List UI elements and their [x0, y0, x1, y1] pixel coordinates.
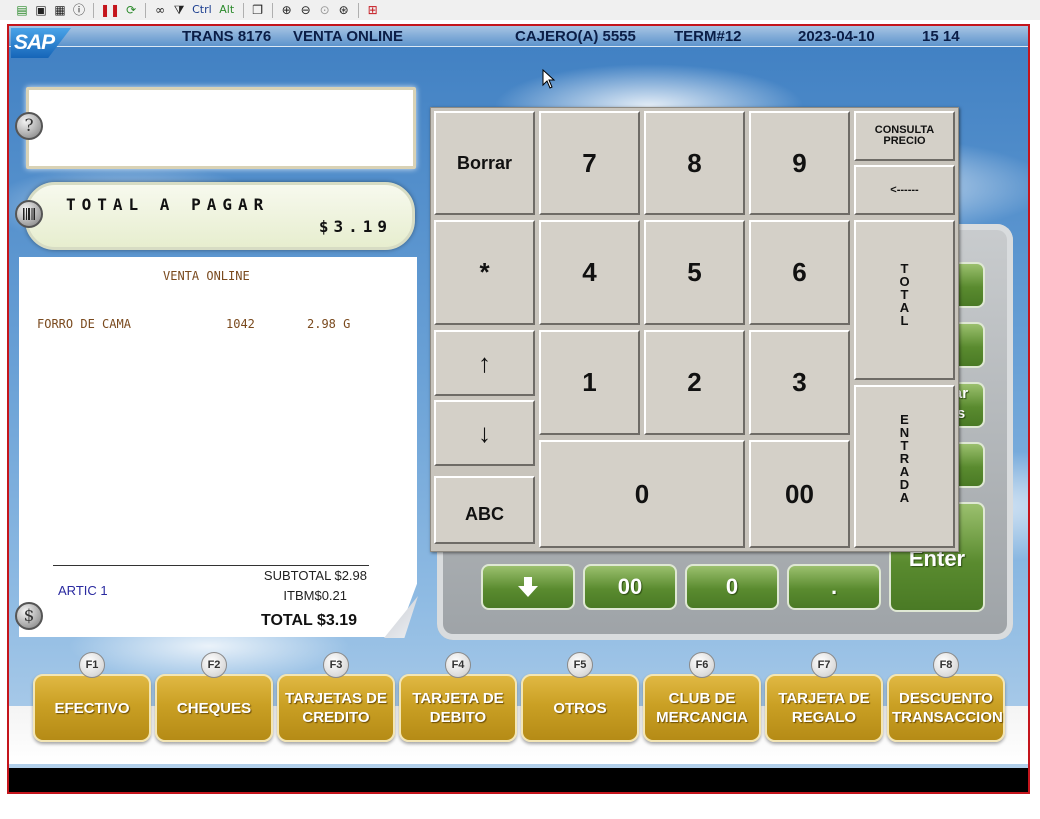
receipt-header: VENTA ONLINE [163, 269, 250, 283]
binoculars-icon[interactable]: ∞ [152, 2, 168, 18]
key-9[interactable]: 9 [749, 111, 850, 215]
mouse-cursor-icon [542, 69, 556, 89]
cashier-id: CAJERO(A) 5555 [515, 28, 636, 45]
cheques-button[interactable]: CHEQUES [155, 674, 273, 742]
key-5[interactable]: 5 [644, 220, 745, 325]
pause-icon[interactable]: ❚❚ [100, 2, 120, 18]
toolbar-divider [93, 2, 94, 18]
function-key-badge: F6 [689, 652, 715, 678]
abc-button[interactable]: ABC [434, 476, 535, 544]
key-6[interactable]: 6 [749, 220, 850, 325]
consulta-precio-button[interactable]: CONSULTA PRECIO [854, 111, 955, 161]
function-key-label: TARJETA DE DEBITO [412, 690, 504, 726]
article-count: ARTIC 1 [58, 583, 108, 598]
toolbar-divider [145, 2, 147, 18]
help-icon[interactable]: ? [15, 112, 43, 140]
function-key-label: CHEQUES [176, 699, 252, 717]
key-2[interactable]: 2 [644, 330, 745, 435]
efectivo-button[interactable]: EFECTIVO [33, 674, 151, 742]
copy-icon[interactable]: ❐ [250, 2, 266, 18]
dot-key-background[interactable]: . [787, 564, 881, 610]
dollar-icon[interactable]: $ [15, 602, 43, 630]
descuento-transaccion-button[interactable]: DESCUENTO TRANSACCION [887, 674, 1005, 742]
entrada-button[interactable]: E N T R A D A [854, 385, 955, 548]
function-key-label: EFECTIVO [54, 699, 130, 717]
total-label: TOTAL A PAGAR [66, 195, 270, 214]
function-key-label: OTROS [553, 699, 607, 717]
function-key-badge: F7 [811, 652, 837, 678]
receipt-total: TOTAL $3.19 [260, 612, 357, 629]
toolbar-divider [357, 2, 359, 18]
numeric-keypad: Borrar 7 8 9 CONSULTA PRECIO <------ * 4… [430, 107, 959, 552]
total-button[interactable]: T O T A L [854, 220, 955, 380]
status-time: 15 14 [922, 28, 960, 45]
total-amount: $3.19 [318, 217, 392, 236]
key-8[interactable]: 8 [644, 111, 745, 215]
barcode-icon[interactable] [15, 200, 43, 228]
function-key-label: TARJETAS DE CREDITO [285, 690, 387, 726]
toolbar-divider [242, 2, 244, 18]
bottom-bar [9, 768, 1028, 792]
save-icon[interactable]: ▣ [33, 2, 49, 18]
tarjeta-de-regalo-button[interactable]: TARJETA DE REGALO [765, 674, 883, 742]
zoom-in-icon[interactable]: ⊕ [279, 2, 295, 18]
fullscreen-icon[interactable]: ⊞ [365, 2, 381, 18]
zoom-search-icon[interactable]: ⊛ [336, 2, 352, 18]
key-00[interactable]: 00 [749, 440, 850, 548]
toolbar-divider [271, 2, 273, 18]
tax: ITBM$0.21 [283, 588, 347, 603]
zoom-out-icon[interactable]: ⊖ [298, 2, 314, 18]
refresh-icon[interactable]: ⟳ [123, 2, 139, 18]
function-key-badge: F8 [933, 652, 959, 678]
total-display: TOTAL A PAGAR $3.19 [25, 182, 415, 250]
item-description: FORRO DE CAMA [37, 317, 131, 331]
function-key-badge: F4 [445, 652, 471, 678]
terminal-id: TERM#12 [674, 28, 742, 45]
sales-channel: VENTA ONLINE [293, 28, 404, 45]
function-key-label: TARJETA DE REGALO [778, 690, 870, 726]
key-3[interactable]: 3 [749, 330, 850, 435]
new-icon[interactable]: ▤ [14, 2, 30, 18]
function-key-badge: F1 [79, 652, 105, 678]
receipt-divider [53, 565, 369, 566]
down-arrow-key[interactable] [481, 564, 575, 610]
key-7[interactable]: 7 [539, 111, 640, 215]
function-key-label: CLUB DE MERCANCIA [656, 690, 748, 726]
tarjetas-de-credito-button[interactable]: TARJETAS DE CREDITO [277, 674, 395, 742]
key-1[interactable]: 1 [539, 330, 640, 435]
subtotal: SUBTOTAL $2.98 [263, 568, 367, 583]
transaction-number: TRANS 8176 [182, 28, 272, 45]
message-box [26, 87, 416, 169]
zero-key-background[interactable]: 0 [685, 564, 779, 610]
item-price: 2.98 G [307, 317, 351, 331]
tarjeta-de-debito-button[interactable]: TARJETA DE DEBITO [399, 674, 517, 742]
ctrl-key-button[interactable]: Ctrl [190, 2, 214, 18]
receipt-paper: VENTA ONLINE FORRO DE CAMA 1042 2.98 G A… [19, 257, 417, 637]
info-icon[interactable]: ⓘ [71, 2, 87, 18]
function-key-label: DESCUENTO TRANSACCION [892, 690, 1003, 726]
up-arrow-key[interactable]: ↑ [434, 330, 535, 396]
properties-icon[interactable]: ▦ [52, 2, 68, 18]
item-code: 1042 [226, 317, 255, 331]
function-key-badge: F5 [567, 652, 593, 678]
club-de-mercancia-button[interactable]: CLUB DE MERCANCIA [643, 674, 761, 742]
filter-icon[interactable]: ⧩ [171, 2, 187, 18]
pos-screen: SAP TRANS 8176 VENTA ONLINE CAJERO(A) 55… [7, 24, 1030, 794]
zoom-reset-icon[interactable]: ⊙ [317, 2, 333, 18]
function-key-badge: F2 [201, 652, 227, 678]
borrar-button[interactable]: Borrar [434, 111, 535, 215]
function-key-badge: F3 [323, 652, 349, 678]
alt-key-button[interactable]: Alt [217, 2, 237, 18]
double-zero-key-background[interactable]: 00 [583, 564, 677, 610]
down-arrow-key[interactable]: ↓ [434, 400, 535, 466]
app-toolbar: ▤ ▣ ▦ ⓘ ❚❚ ⟳ ∞ ⧩ Ctrl Alt ❐ ⊕ ⊖ ⊙ ⊛ ⊞ [0, 0, 1040, 20]
key-4[interactable]: 4 [539, 220, 640, 325]
status-date: 2023-04-10 [798, 28, 875, 45]
backspace-button[interactable]: <------ [854, 165, 955, 215]
multiply-key[interactable]: * [434, 220, 535, 325]
key-0[interactable]: 0 [539, 440, 745, 548]
otros-button[interactable]: OTROS [521, 674, 639, 742]
